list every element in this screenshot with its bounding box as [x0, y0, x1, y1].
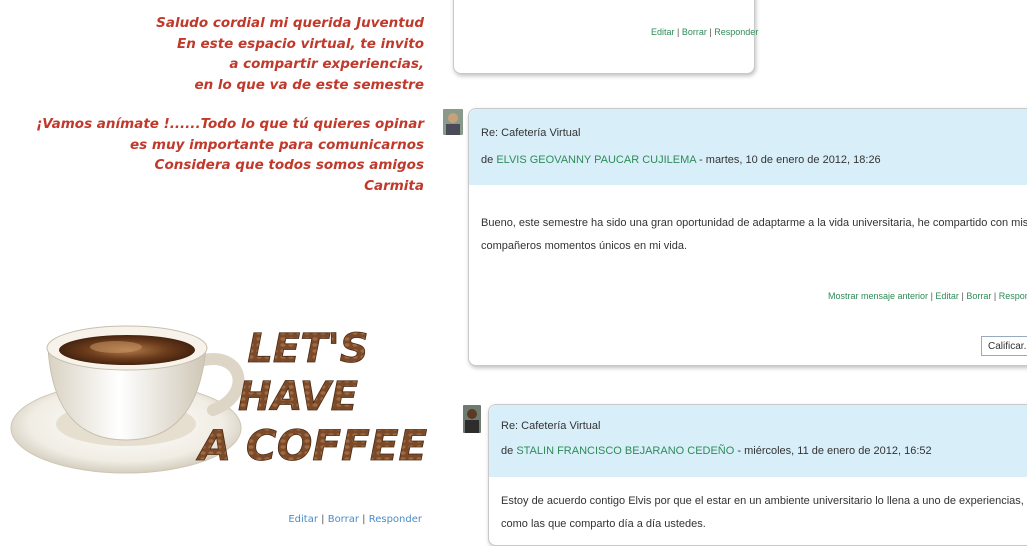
edit-link[interactable]: Editar [288, 514, 318, 525]
post-subject: Re: Cafetería Virtual [501, 420, 601, 432]
show-parent-link[interactable]: Mostrar mensaje anterior [828, 291, 928, 301]
post-date: - miércoles, 11 de enero de 2012, 16:52 [734, 445, 932, 457]
author-link[interactable]: STALIN FRANCISCO BEJARANO CEDEÑO [516, 445, 734, 457]
edit-link[interactable]: Editar [935, 291, 959, 301]
post-date: - martes, 10 de enero de 2012, 18:26 [696, 154, 881, 166]
welcome-line: a compartir experiencias, [229, 56, 424, 72]
user-avatar[interactable] [443, 109, 463, 135]
reply-link[interactable]: Responder [714, 27, 758, 37]
post-byline: de STALIN FRANCISCO BEJARANO CEDEÑO - mi… [501, 445, 932, 457]
reply-link[interactable]: Responder [999, 291, 1027, 301]
post-header: Re: Cafetería Virtual de ELVIS GEOVANNY … [469, 109, 1027, 185]
post-message: Estoy de acuerdo contigo Elvis por que e… [501, 495, 1024, 530]
separator: | [961, 291, 964, 301]
separator: | [677, 27, 680, 37]
forum-post: Re: Cafetería Virtual de STALIN FRANCISC… [488, 404, 1027, 546]
post-subject: Re: Cafetería Virtual [481, 127, 581, 139]
welcome-line: En este espacio virtual, te invito [176, 35, 424, 52]
signature: Carmita [364, 177, 424, 194]
left-post-commands: Editar | Borrar | Responder [288, 514, 422, 525]
separator: | [709, 27, 712, 37]
left-sidebar: Saludo cordial mi querida Juventud En es… [0, 0, 440, 526]
welcome-line: en lo que va de este semestre [194, 76, 424, 93]
welcome-line: Considera que todos somos amigos [154, 157, 424, 173]
a-coffee-text: A COFFEE [196, 421, 428, 470]
post-message: Bueno, este semestre ha sido una gran op… [481, 217, 1027, 252]
rating-select[interactable]: Calificar... ▼ [981, 336, 1027, 356]
have-text: HAVE [238, 374, 358, 420]
welcome-line: ¡Vamos anímate !......Todo lo que tú qui… [36, 116, 424, 132]
separator: | [930, 291, 933, 301]
post-header: Re: Cafetería Virtual de STALIN FRANCISC… [489, 405, 1027, 477]
author-link[interactable]: ELVIS GEOVANNY PAUCAR CUJILEMA [496, 154, 696, 166]
edit-link[interactable]: Editar [651, 27, 675, 37]
forum-post: Re: Cafetería Virtual de ELVIS GEOVANNY … [468, 108, 1027, 366]
post-commands: Mostrar mensaje anterior | Editar | Borr… [828, 291, 1027, 301]
separator: | [993, 291, 997, 301]
welcome-message: Saludo cordial mi querida Juventud En es… [36, 13, 424, 196]
coffee-cup-image: LET'S HAVE A COFFEE [10, 325, 428, 474]
delete-link[interactable]: Borrar [966, 291, 991, 301]
reply-link[interactable]: Responder [369, 514, 422, 525]
lets-text: LET'S [247, 326, 368, 372]
separator: | [362, 514, 366, 525]
welcome-line: Saludo cordial mi querida Juventud [156, 15, 424, 31]
welcome-line: es muy importante para comunicarnos [130, 136, 424, 153]
post-byline: de ELVIS GEOVANNY PAUCAR CUJILEMA - mart… [481, 154, 881, 166]
separator: | [321, 514, 325, 525]
delete-link[interactable]: Borrar [328, 514, 359, 525]
delete-link[interactable]: Borrar [682, 27, 707, 37]
rating-select-value: Calificar... [988, 341, 1027, 352]
post-commands: Editar | Borrar | Responder [651, 27, 758, 37]
user-avatar[interactable] [463, 405, 481, 433]
by-label: de [481, 154, 494, 166]
by-label: de [501, 445, 514, 457]
forum-post-previous: Editar | Borrar | Responder [453, 0, 758, 74]
